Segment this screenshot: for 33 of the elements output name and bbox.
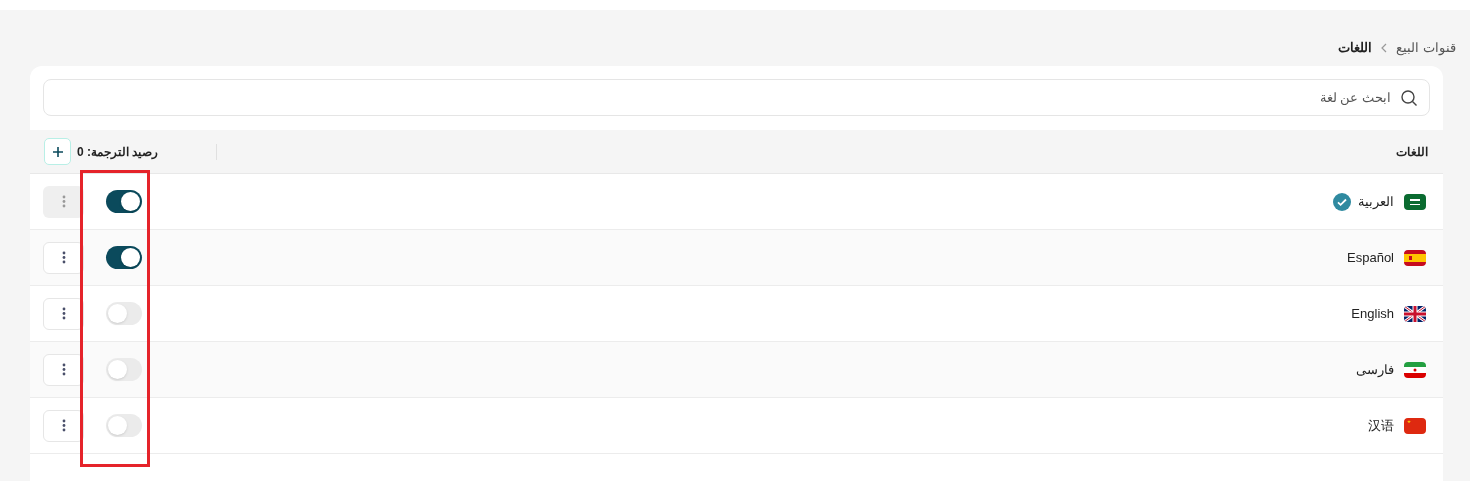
flag-icon <box>1404 193 1426 210</box>
more-button[interactable] <box>43 297 84 330</box>
column-heading: اللغات <box>1395 143 1428 161</box>
toggle-switch[interactable] <box>106 302 142 325</box>
plus-icon <box>51 145 64 158</box>
more-icon <box>61 251 66 264</box>
toggle-switch[interactable] <box>106 358 142 381</box>
toggle-switch[interactable] <box>106 414 142 437</box>
more-icon <box>61 307 66 320</box>
flag-icon <box>1404 361 1426 378</box>
search-icon <box>1400 89 1418 107</box>
more-icon <box>61 363 66 376</box>
more-button[interactable] <box>43 409 84 442</box>
more-button[interactable] <box>43 241 84 274</box>
flag-icon <box>1404 417 1426 434</box>
toggle-switch[interactable] <box>106 190 142 213</box>
language-name: فارسی <box>1356 360 1394 379</box>
language-name: العربية <box>1358 192 1394 211</box>
more-button[interactable] <box>43 353 84 386</box>
more-icon <box>61 195 66 208</box>
breadcrumb-link[interactable]: قنوات البيع <box>1396 38 1456 58</box>
toggle-switch[interactable] <box>106 246 142 269</box>
chevron-icon <box>1380 43 1389 53</box>
add-button[interactable] <box>44 138 71 165</box>
flag-icon <box>1404 305 1426 322</box>
language-name: English <box>1351 304 1394 323</box>
language-name: 汉语 <box>1368 416 1394 435</box>
translation-balance: رصيد الترجمة: 0 <box>77 143 159 161</box>
language-name: Español <box>1347 248 1394 267</box>
breadcrumb-link[interactable]: اللغات <box>1338 38 1373 58</box>
flag-icon <box>1404 249 1426 266</box>
more-icon <box>61 419 66 432</box>
search-field[interactable]: ابحث عن لغة <box>43 79 1430 116</box>
